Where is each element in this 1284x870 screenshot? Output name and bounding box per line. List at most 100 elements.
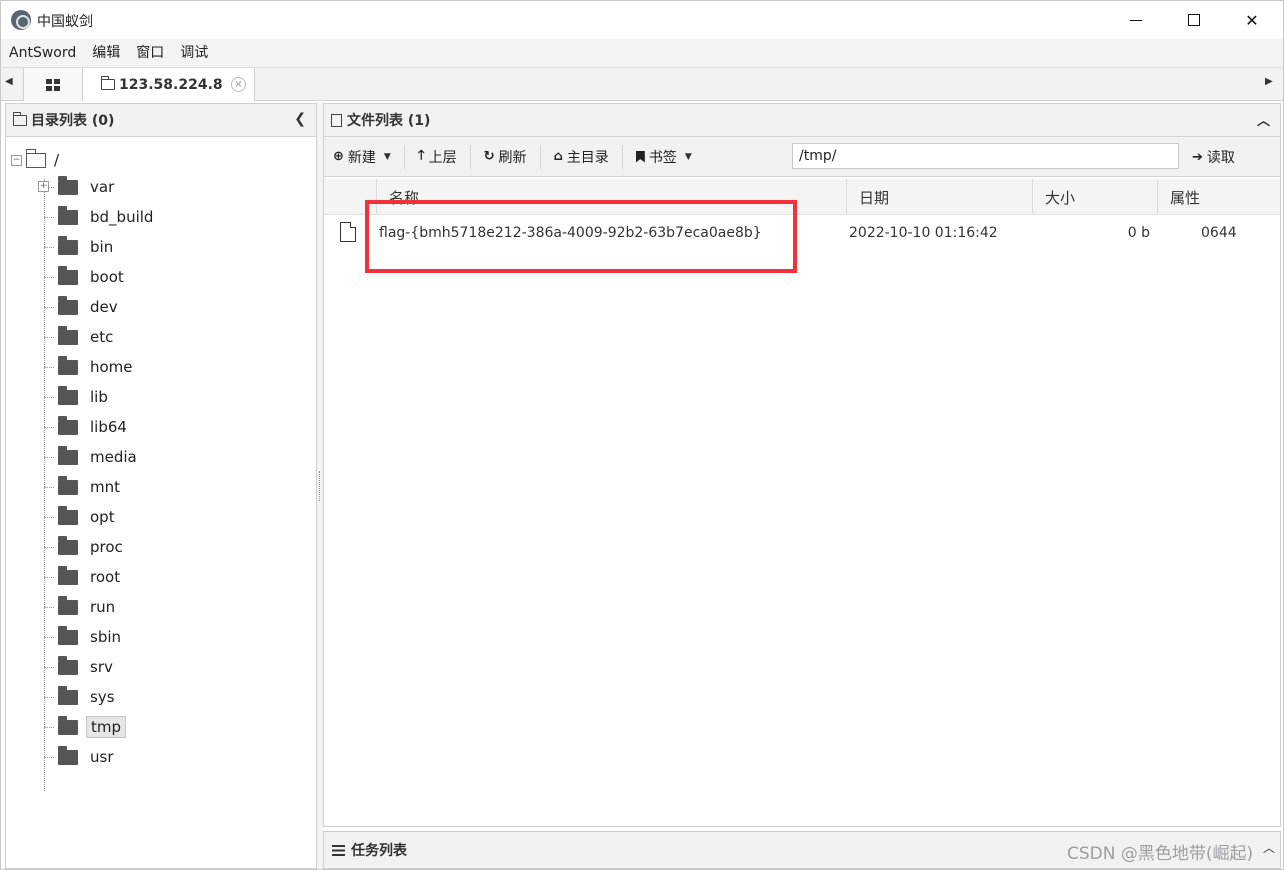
tree-guide-line <box>44 456 54 458</box>
tree-item-label: opt <box>90 508 115 526</box>
path-input[interactable] <box>792 143 1179 169</box>
file-icon <box>331 113 342 127</box>
tree-guide-line <box>44 306 54 308</box>
expand-node-icon[interactable]: + <box>38 181 49 192</box>
tree-guide-line <box>44 426 54 428</box>
tree-item-media[interactable]: media <box>44 445 141 469</box>
directory-panel-title: 目录列表 (0) <box>31 113 115 129</box>
menu-edit[interactable]: 编辑 <box>84 39 128 67</box>
tree-item-lib64[interactable]: lib64 <box>44 415 131 439</box>
tree-guide-line <box>44 516 54 518</box>
folder-icon <box>58 355 78 375</box>
tree-item-lib[interactable]: lib <box>44 385 112 409</box>
tree-guide-line <box>44 486 54 488</box>
tree-item-label: root <box>90 568 121 586</box>
tree-item-sys[interactable]: sys <box>44 685 119 709</box>
caret-down-icon: ▼ <box>383 151 391 162</box>
tree-item-home[interactable]: home <box>44 355 137 379</box>
minimize-button[interactable] <box>1107 1 1165 39</box>
folder-icon <box>58 655 78 675</box>
tree-guide-line <box>44 636 54 638</box>
tree-item-mnt[interactable]: mnt <box>44 475 124 499</box>
folder-open-icon <box>101 76 115 90</box>
tree-item-var[interactable]: + var <box>38 175 118 199</box>
arrow-up-icon: 🡑 <box>417 147 425 163</box>
read-button[interactable]: ➔ 读取 <box>1186 143 1241 171</box>
tree-guide-line <box>44 336 54 338</box>
bookmark-button[interactable]: 书签 ▼ <box>627 143 701 171</box>
home-dir-button-label: 主目录 <box>566 149 609 166</box>
refresh-button-label: 刷新 <box>498 149 527 166</box>
toolbar-separator <box>403 144 405 169</box>
tree-root-label: / <box>54 151 60 169</box>
folder-icon <box>58 175 78 195</box>
tree-item-sbin[interactable]: sbin <box>44 625 125 649</box>
tree-item-proc[interactable]: proc <box>44 535 127 559</box>
close-window-button[interactable]: ✕ <box>1223 1 1281 39</box>
menu-window[interactable]: 窗口 <box>128 39 172 67</box>
tree-item-root[interactable]: root <box>44 565 124 589</box>
home-dir-button[interactable]: ⌂ 主目录 <box>545 143 618 171</box>
tree-item-label: run <box>90 598 116 616</box>
tree-item-boot[interactable]: boot <box>44 265 128 289</box>
column-date[interactable]: 日期 <box>846 179 1032 215</box>
antsword-logo-icon <box>11 10 31 30</box>
minimize-icon <box>1130 19 1142 21</box>
collapse-node-icon[interactable]: − <box>11 154 22 166</box>
folder-icon <box>58 385 78 405</box>
folder-icon <box>58 535 78 555</box>
folder-icon <box>58 715 78 735</box>
arrow-right-icon: ➔ <box>1192 149 1203 165</box>
tree-item-etc[interactable]: etc <box>44 325 117 349</box>
tree-item-label: home <box>90 358 133 376</box>
tree-item-bd-build[interactable]: bd_build <box>44 205 157 229</box>
tree-item-label: bin <box>90 238 114 256</box>
tab-home[interactable] <box>23 68 83 101</box>
column-size[interactable]: 大小 <box>1032 179 1157 215</box>
maximize-button[interactable] <box>1165 1 1223 39</box>
tree-item-label: boot <box>90 268 124 286</box>
tree-guide-line <box>44 246 54 248</box>
grid-icon <box>46 78 60 91</box>
refresh-button[interactable]: ↻ 刷新 <box>475 143 536 171</box>
tree-item-tmp[interactable]: tmp <box>44 715 127 739</box>
tree-item-dev[interactable]: dev <box>44 295 122 319</box>
folder-icon <box>58 265 78 285</box>
directory-panel: 目录列表 (0) ❮ − / + var bd_buildbin boot dev etc… <box>5 103 317 869</box>
tree-item-run[interactable]: run <box>44 595 119 619</box>
column-attr[interactable]: 属性 <box>1157 179 1280 215</box>
tree-item-usr[interactable]: usr <box>44 745 118 769</box>
maximize-icon <box>1188 14 1200 26</box>
directory-panel-header: 目录列表 (0) ❮ <box>6 104 316 137</box>
tab-session[interactable]: 123.58.224.8 × <box>83 68 255 101</box>
folder-open-icon <box>25 148 46 168</box>
up-button[interactable]: 🡑 上层 <box>409 143 466 171</box>
tree-item-label: proc <box>90 538 123 556</box>
refresh-icon: ↻ <box>483 149 495 164</box>
folder-icon <box>58 295 78 315</box>
tree-root[interactable]: − / <box>11 148 60 171</box>
tree-item-label: sys <box>90 688 115 706</box>
toolbar-separator <box>469 144 471 169</box>
folder-icon <box>58 595 78 615</box>
toolbar-separator <box>621 144 623 169</box>
collapse-left-icon[interactable]: ❮ <box>294 111 306 127</box>
menu-antsword[interactable]: AntSword <box>1 39 84 67</box>
tree-item-bin[interactable]: bin <box>44 235 117 259</box>
file-icon <box>340 221 357 242</box>
new-button[interactable]: ⊕ 新建 ▼ <box>324 143 400 171</box>
menu-debug[interactable]: 调试 <box>172 39 216 67</box>
tree-item-opt[interactable]: opt <box>44 505 119 529</box>
expand-up-icon[interactable]: ︿ <box>1263 839 1275 856</box>
folder-icon <box>58 235 78 255</box>
collapse-up-icon[interactable]: ︿ <box>1257 110 1270 129</box>
tab-close-icon[interactable]: × <box>231 77 246 92</box>
tree-guide-line <box>44 366 54 368</box>
tree-guide-line <box>44 216 54 218</box>
tree-item-srv[interactable]: srv <box>44 655 117 679</box>
list-icon <box>332 844 345 856</box>
tab-scroll-left-icon[interactable]: ◀ <box>5 76 13 87</box>
folder-icon <box>58 205 78 225</box>
tab-scroll-right-icon[interactable]: ▶ <box>1265 76 1273 87</box>
tree-guide-line <box>44 546 54 548</box>
